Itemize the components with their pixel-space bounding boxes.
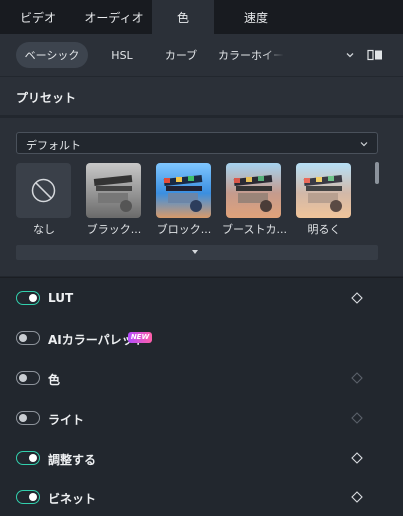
tab-video[interactable]: ビデオ xyxy=(0,0,76,34)
caret-down-icon xyxy=(192,250,198,254)
preset-label: ブロック... xyxy=(156,223,212,236)
preset-image xyxy=(226,163,281,218)
preset-label: なし xyxy=(33,223,55,236)
preset-section-header: プリセット xyxy=(0,77,403,115)
preset-thumb-black[interactable] xyxy=(86,163,141,218)
color-toggle[interactable] xyxy=(16,371,40,385)
adjustment-label: 調整する xyxy=(48,453,97,467)
keyframe-diamond-icon[interactable] xyxy=(351,452,363,464)
new-badge: NEW xyxy=(128,332,152,343)
subtab-basic[interactable]: ベーシック xyxy=(16,42,88,68)
preset-expand-button[interactable] xyxy=(16,245,378,260)
chevron-down-icon[interactable] xyxy=(344,49,356,61)
preset-image xyxy=(296,163,351,218)
preset-dropdown[interactable]: デフォルト xyxy=(16,132,378,154)
adjustment-row-light: ライト xyxy=(0,398,403,438)
keyframe-diamond-icon[interactable] xyxy=(351,412,363,424)
panel-toggle-icon[interactable] xyxy=(367,49,383,61)
tab-speed[interactable]: 速度 xyxy=(214,0,298,34)
preset-thumb-boost[interactable] xyxy=(226,163,281,218)
adjustment-label: ビネット xyxy=(48,492,97,506)
adjustment-row-adjust: 調整する xyxy=(0,438,403,478)
preset-dropdown-value: デフォルト xyxy=(26,139,81,152)
subtab-color-wheel[interactable]: カラーホイール xyxy=(218,42,284,68)
preset-scrollbar[interactable] xyxy=(375,162,379,184)
light-toggle[interactable] xyxy=(16,411,40,425)
adjustment-row-ai-color-palette: AIカラーパレット NEW xyxy=(0,318,403,358)
adjust-toggle[interactable] xyxy=(16,451,40,465)
adjustment-label: ライト xyxy=(48,413,85,427)
preset-thumb-brighten[interactable] xyxy=(296,163,351,218)
sub-tab-bar: ベーシック HSL カーブ カラーホイール xyxy=(0,34,403,76)
lut-toggle[interactable] xyxy=(16,291,40,305)
keyframe-diamond-icon[interactable] xyxy=(351,372,363,384)
preset-label: 明るく xyxy=(307,223,341,236)
subtab-curves[interactable]: カーブ xyxy=(156,42,206,68)
top-tab-bar: ビデオ オーディオ 色 速度 xyxy=(0,0,403,34)
preset-none-thumb[interactable] xyxy=(16,163,71,218)
preset-image xyxy=(156,163,211,218)
adjustment-label: LUT xyxy=(48,291,74,305)
preset-label: ブーストカ... xyxy=(222,223,286,236)
no-entry-icon xyxy=(31,178,56,203)
chevron-down-icon xyxy=(360,142,368,147)
keyframe-diamond-icon[interactable] xyxy=(351,491,363,503)
adjustment-row-lut: LUT xyxy=(0,278,403,318)
keyframe-diamond-icon[interactable] xyxy=(351,292,363,304)
subtab-hsl[interactable]: HSL xyxy=(98,42,146,68)
adjustment-row-vignette: ビネット xyxy=(0,477,403,516)
preset-image xyxy=(86,163,141,218)
preset-thumb-block[interactable] xyxy=(156,163,211,218)
tab-audio[interactable]: オーディオ xyxy=(76,0,152,34)
adjustment-row-color: 色 xyxy=(0,358,403,398)
preset-title: プリセット xyxy=(16,91,77,105)
ai-color-palette-toggle[interactable] xyxy=(16,331,40,345)
tab-color[interactable]: 色 xyxy=(152,0,214,34)
vignette-toggle[interactable] xyxy=(16,490,40,504)
preset-label: ブラック... xyxy=(86,223,142,236)
adjustment-label: 色 xyxy=(48,373,61,387)
